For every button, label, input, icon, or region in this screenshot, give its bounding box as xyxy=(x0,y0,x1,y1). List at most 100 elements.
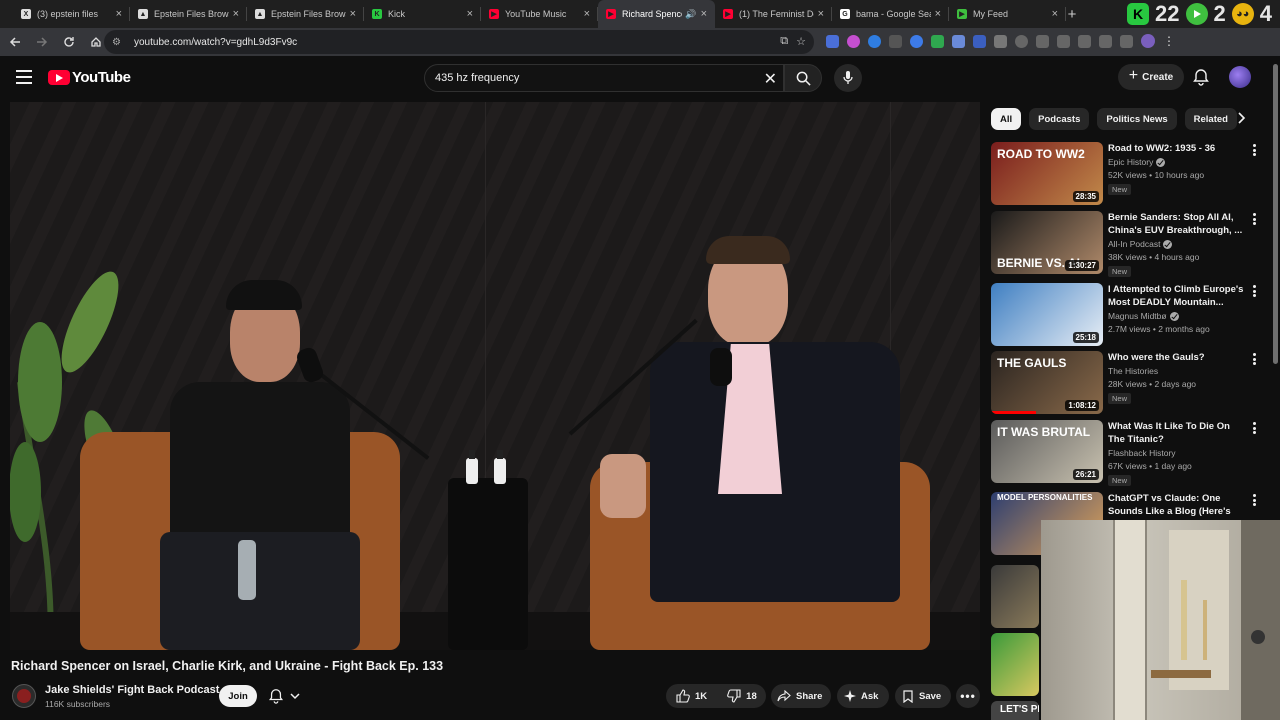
extension-window-icon[interactable] xyxy=(952,34,965,48)
recommendation-channel[interactable]: The Histories xyxy=(1108,366,1158,376)
sidebar-scrollbar[interactable] xyxy=(1273,64,1278,364)
browser-tab[interactable]: ▶ My Feed × xyxy=(949,0,1066,28)
tab-close-icon[interactable]: × xyxy=(584,8,590,20)
more-vertical-icon[interactable] xyxy=(1251,211,1257,227)
more-vertical-icon[interactable] xyxy=(1251,283,1257,299)
tab-close-icon[interactable]: × xyxy=(701,8,707,20)
chevron-right-icon[interactable] xyxy=(1236,112,1246,127)
partial-recommendation-thumbnail[interactable] xyxy=(991,633,1039,696)
recommendation-channel[interactable]: All-In Podcast xyxy=(1108,239,1173,249)
history-icon[interactable] xyxy=(1015,34,1028,48)
join-button[interactable]: Join xyxy=(219,685,257,707)
recommendation-item[interactable]: 25:18 I Attempted to Climb Europe's Most … xyxy=(991,283,1271,347)
extension-globe-icon[interactable] xyxy=(910,34,923,48)
recommendation-item[interactable]: IT WAS BRUTAL 26:21 What Was It Like To Di… xyxy=(991,420,1271,486)
channel-avatar[interactable] xyxy=(12,684,36,708)
chip-related[interactable]: Related xyxy=(1184,108,1237,130)
recommendation-title[interactable]: Road to WW2: 1935 - 36 xyxy=(1108,142,1244,155)
recommendation-title[interactable]: Bernie Sanders: Stop All AI, China's EUV… xyxy=(1108,211,1244,237)
chip-all[interactable]: All xyxy=(991,108,1022,130)
tab-close-icon[interactable]: × xyxy=(233,8,239,20)
reading-list-icon[interactable] xyxy=(1078,34,1091,48)
extension-green-icon[interactable] xyxy=(931,34,944,48)
browser-tab[interactable]: ▲ Epstein Files Browser × xyxy=(247,0,364,28)
extension-wave-icon[interactable] xyxy=(973,34,986,48)
share-button[interactable]: Share xyxy=(771,684,831,708)
browser-menu-icon[interactable]: ⋮ xyxy=(1163,35,1175,47)
extension-shield-icon[interactable] xyxy=(826,34,839,48)
back-icon[interactable] xyxy=(3,30,27,54)
kick-icon[interactable]: K xyxy=(1127,3,1150,25)
recommendation-channel[interactable]: Flashback History xyxy=(1108,448,1176,458)
like-button[interactable]: 1K xyxy=(666,684,717,708)
browser-tab[interactable]: K Kick × xyxy=(364,0,481,28)
more-vertical-icon[interactable] xyxy=(1251,492,1257,508)
extension-mask-icon[interactable] xyxy=(889,34,902,48)
browser-tab[interactable]: ▲ Epstein Files Browser × xyxy=(130,0,247,28)
ask-button[interactable]: Ask xyxy=(837,684,889,708)
profile-avatar[interactable] xyxy=(1141,34,1155,48)
site-info-icon[interactable]: ⚙ xyxy=(112,37,126,48)
video-player[interactable] xyxy=(10,102,980,650)
extension-lens-icon[interactable] xyxy=(1036,34,1049,48)
menu-hamburger-icon[interactable] xyxy=(16,70,32,84)
more-actions-button[interactable]: ••• xyxy=(956,684,980,708)
browser-tab[interactable]: Gbama - Google Search × xyxy=(832,0,949,28)
recommendation-channel[interactable]: Epic History xyxy=(1108,157,1166,167)
mask-icon[interactable]: ◕◕ xyxy=(1231,3,1254,25)
side-panel-icon[interactable] xyxy=(1099,34,1112,48)
clear-search-icon[interactable]: ✕ xyxy=(764,69,777,89)
subscription-bell-button[interactable] xyxy=(268,686,310,706)
address-bar[interactable]: ⚙ youtube.com/watch?v=gdhL9d3Fv9c ⧉ ☆ xyxy=(104,30,814,54)
browser-tab[interactable]: ▶ YouTube Music × xyxy=(481,0,598,28)
recommendation-title[interactable]: Who were the Gauls? xyxy=(1108,351,1244,364)
partial-recommendation-thumbnail[interactable]: LET'S PL xyxy=(991,701,1039,720)
recommendation-channel[interactable]: Magnus Midtbø xyxy=(1108,311,1179,321)
browser-tab[interactable]: X (3) epstein files × xyxy=(13,0,130,28)
devtools-code-icon[interactable] xyxy=(1057,34,1070,48)
tab-close-icon[interactable]: × xyxy=(350,8,356,20)
channel-name[interactable]: Jake Shields' Fight Back Podcast xyxy=(45,684,219,696)
install-app-icon[interactable]: ⧉ xyxy=(780,35,788,48)
voice-search-button[interactable] xyxy=(834,64,862,92)
search-input[interactable]: 435 hz frequency ✕ xyxy=(424,64,784,92)
more-vertical-icon[interactable] xyxy=(1251,142,1257,158)
reload-icon[interactable] xyxy=(57,30,81,54)
account-avatar[interactable] xyxy=(1229,66,1251,88)
youtube-logo[interactable]: YouTube xyxy=(48,69,131,86)
bookmark-star-icon[interactable]: ☆ xyxy=(796,35,806,48)
tab-close-icon[interactable]: × xyxy=(116,8,122,20)
browser-tab[interactable]: ▶ Richard Spencer 🔊 × xyxy=(598,0,715,28)
recommendation-title[interactable]: What Was It Like To Die On The Titanic? xyxy=(1108,420,1244,446)
tab-close-icon[interactable]: × xyxy=(1052,8,1058,20)
tab-close-icon[interactable]: × xyxy=(467,8,473,20)
dislike-button[interactable]: 18 xyxy=(717,684,767,708)
play-icon[interactable] xyxy=(1185,3,1208,25)
partial-recommendation-thumbnail[interactable] xyxy=(991,565,1039,628)
media-controls-icon[interactable] xyxy=(1120,34,1133,48)
extension-circle-icon[interactable] xyxy=(847,34,860,48)
recommendation-item[interactable]: ROAD TO WW2 28:35 Road to WW2: 1935 - 36 Ep… xyxy=(991,142,1271,206)
more-vertical-icon[interactable] xyxy=(1251,420,1257,436)
video-thumbnail[interactable]: THE GAULS 1:08:12 xyxy=(991,351,1103,414)
video-thumbnail[interactable]: IT WAS BRUTAL 26:21 xyxy=(991,420,1103,483)
search-button[interactable] xyxy=(784,64,822,92)
browser-tab[interactable]: ▶ (1) The Feminist De × xyxy=(715,0,832,28)
tab-close-icon[interactable]: × xyxy=(818,8,824,20)
chip-politics-news[interactable]: Politics News xyxy=(1097,108,1177,130)
recommendation-title[interactable]: ChatGPT vs Claude: One Sounds Like a Blo… xyxy=(1108,492,1244,519)
recommendation-item[interactable]: BERNIE VS. AI 1:30:27 Bernie Sanders: Stop… xyxy=(991,211,1271,277)
video-thumbnail[interactable]: ROAD TO WW2 28:35 xyxy=(991,142,1103,205)
notifications-bell-icon[interactable] xyxy=(1192,68,1210,86)
extensions-puzzle-icon[interactable] xyxy=(994,34,1007,48)
recommendation-title[interactable]: I Attempted to Climb Europe's Most DEADL… xyxy=(1108,283,1244,310)
tab-close-icon[interactable]: × xyxy=(935,8,941,20)
tab-audio-icon[interactable]: 🔊 xyxy=(685,9,696,20)
video-thumbnail[interactable]: BERNIE VS. AI 1:30:27 xyxy=(991,211,1103,274)
forward-icon[interactable] xyxy=(30,30,54,54)
recommendation-item[interactable]: THE GAULS 1:08:12 Who were the Gauls? The H… xyxy=(991,351,1271,415)
chip-podcasts[interactable]: Podcasts xyxy=(1029,108,1090,130)
create-button[interactable]: + Create xyxy=(1118,64,1184,90)
extension-blue-icon[interactable] xyxy=(868,34,881,48)
video-thumbnail[interactable]: 25:18 xyxy=(991,283,1103,346)
